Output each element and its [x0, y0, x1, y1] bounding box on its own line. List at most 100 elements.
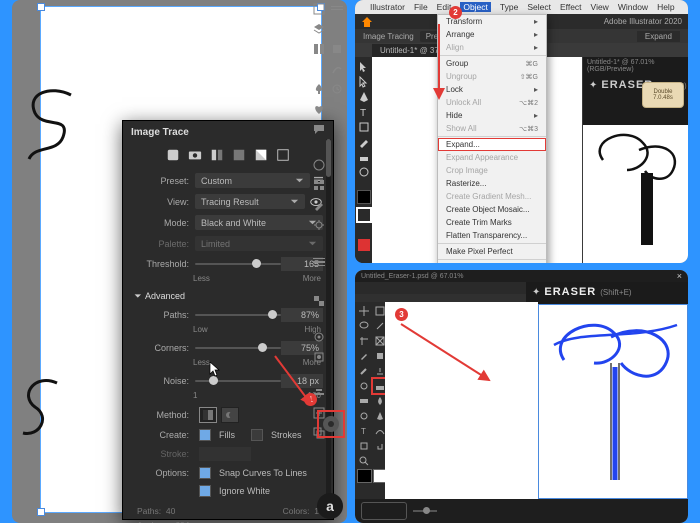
menu-item[interactable]: Hide▸: [438, 109, 546, 122]
home-icon[interactable]: [361, 16, 373, 28]
menu-item[interactable]: Arrange▸: [438, 28, 546, 41]
view-select[interactable]: Tracing Result: [195, 194, 305, 209]
transparency-icon[interactable]: [312, 294, 326, 308]
close-icon[interactable]: ×: [677, 271, 682, 281]
crop-tool-icon[interactable]: [357, 334, 372, 348]
menu-item[interactable]: Make Pixel Perfect: [438, 245, 546, 258]
selection-handle[interactable]: [37, 508, 45, 516]
menu-view[interactable]: View: [591, 2, 609, 12]
threshold-slider[interactable]: [195, 263, 281, 265]
menu-item[interactable]: Slice▸: [438, 261, 546, 263]
gradient-tool-icon[interactable]: [357, 394, 372, 408]
menu-item[interactable]: Rasterize...: [438, 177, 546, 190]
libraries-icon[interactable]: [312, 42, 326, 56]
brush-tool-icon[interactable]: [357, 364, 372, 378]
history-icon[interactable]: [330, 82, 344, 96]
menu-item[interactable]: Create Trim Marks: [438, 216, 546, 229]
menu-file[interactable]: File: [414, 2, 428, 12]
recolor-artwork-icon[interactable]: [319, 412, 343, 436]
eraser-tool-icon[interactable]: [358, 151, 370, 163]
window-titlebar: Untitled_Eraser-1.psd @ 67.01% ×: [355, 270, 688, 282]
rotate-tool-icon[interactable]: [358, 166, 370, 178]
menu-type[interactable]: Type: [500, 2, 518, 12]
shortcut-card: Double7.0.48s: [642, 82, 684, 108]
direct-selection-icon[interactable]: [358, 76, 370, 88]
magnify-badge: a: [317, 493, 343, 519]
pen-tool-icon[interactable]: [358, 91, 370, 103]
gradient-icon[interactable]: [312, 274, 326, 288]
history-brush-icon[interactable]: [357, 379, 372, 393]
appearance-icon[interactable]: [312, 330, 326, 344]
menu-item[interactable]: Flatten Transparency...: [438, 229, 546, 242]
method-overlap-icon[interactable]: [221, 407, 239, 423]
gray-icon[interactable]: [232, 148, 246, 162]
dock-column-a: [311, 2, 327, 440]
outline-icon[interactable]: [276, 148, 290, 162]
brush-def-icon[interactable]: [330, 62, 344, 76]
expand-button[interactable]: Expand: [637, 31, 680, 42]
advanced-toggle[interactable]: Advanced: [123, 287, 333, 305]
corners-label: Corners:: [133, 343, 195, 353]
fg-swatch[interactable]: [357, 469, 372, 483]
mode-select[interactable]: Black and White: [195, 215, 323, 230]
bw-icon[interactable]: [254, 148, 268, 162]
zoom-tool-icon[interactable]: [357, 454, 372, 468]
fill-swatch[interactable]: [357, 190, 371, 204]
noise-slider[interactable]: [195, 380, 281, 382]
red-swatch-icon[interactable]: [358, 239, 370, 251]
auto-color-icon[interactable]: [166, 148, 180, 162]
swatch-icon[interactable]: [330, 42, 344, 56]
brushes-icon[interactable]: [312, 198, 326, 212]
zoom-slider[interactable]: [413, 510, 437, 512]
spade-icon[interactable]: [312, 82, 326, 96]
low-color-icon[interactable]: [210, 148, 224, 162]
stroke-icon[interactable]: [312, 254, 326, 268]
method-abutting-icon[interactable]: [199, 407, 217, 423]
ignore-white-checkbox[interactable]: [199, 485, 211, 497]
menu-illustrator[interactable]: Illustrator: [370, 2, 405, 12]
menu-item[interactable]: Group⌘G: [438, 57, 546, 70]
menu-select[interactable]: Select: [527, 2, 551, 12]
color-icon[interactable]: [312, 158, 326, 172]
brush-tool-icon[interactable]: [358, 136, 370, 148]
strokes-checkbox[interactable]: [251, 429, 263, 441]
paths-slider[interactable]: [195, 314, 281, 316]
menu-object[interactable]: Object: [460, 2, 491, 12]
fills-checkbox[interactable]: [199, 429, 211, 441]
menu-effect[interactable]: Effect: [560, 2, 582, 12]
heart-icon[interactable]: [312, 102, 326, 116]
rect-tool-icon[interactable]: [357, 439, 372, 453]
lasso-tool-icon[interactable]: [357, 319, 372, 333]
move-tool-icon[interactable]: [357, 304, 372, 318]
menu-help[interactable]: Help: [657, 2, 674, 12]
object-menu-dropdown[interactable]: Transform▸Arrange▸Align▸Group⌘GUngroup⇧⌘…: [437, 14, 547, 263]
rect-tool-icon[interactable]: [358, 121, 370, 133]
menu-item[interactable]: Expand...: [438, 138, 546, 151]
type-tool-icon[interactable]: T: [358, 106, 370, 118]
eyedropper-icon[interactable]: [357, 349, 372, 363]
swatches-icon[interactable]: [312, 178, 326, 192]
bottom-right-screenshot: Untitled_Eraser-1.psd @ 67.01% × ✦ ERASE…: [355, 270, 688, 523]
selection-tool-icon[interactable]: [358, 61, 370, 73]
comment-icon[interactable]: [312, 122, 326, 136]
doc-tab[interactable]: Untitled_Eraser-1.psd @ 67.01%: [361, 273, 463, 280]
stroke-swatch[interactable]: [356, 207, 372, 223]
selection-handle[interactable]: [37, 3, 45, 11]
properties-icon[interactable]: [312, 2, 326, 16]
symbols-icon[interactable]: [312, 218, 326, 232]
preset-select[interactable]: Custom: [195, 173, 310, 188]
camera-icon[interactable]: [188, 148, 202, 162]
type-tool-icon[interactable]: T: [357, 424, 372, 438]
stroke-label: Stroke:: [133, 449, 195, 459]
menu-item[interactable]: Create Object Mosaic...: [438, 203, 546, 216]
snap-checkbox[interactable]: [199, 467, 211, 479]
chevron-down-icon: [295, 176, 304, 185]
layers-icon[interactable]: [312, 22, 326, 36]
graphic-styles-icon[interactable]: [312, 350, 326, 364]
dodge-tool-icon[interactable]: [357, 409, 372, 423]
grip-icon[interactable]: [330, 2, 344, 16]
left-screenshot: Image Trace Preset: Custom View: Tracing…: [12, 0, 347, 523]
menu-item[interactable]: Lock▸: [438, 83, 546, 96]
corners-slider[interactable]: [195, 347, 281, 349]
menu-window[interactable]: Window: [618, 2, 648, 12]
